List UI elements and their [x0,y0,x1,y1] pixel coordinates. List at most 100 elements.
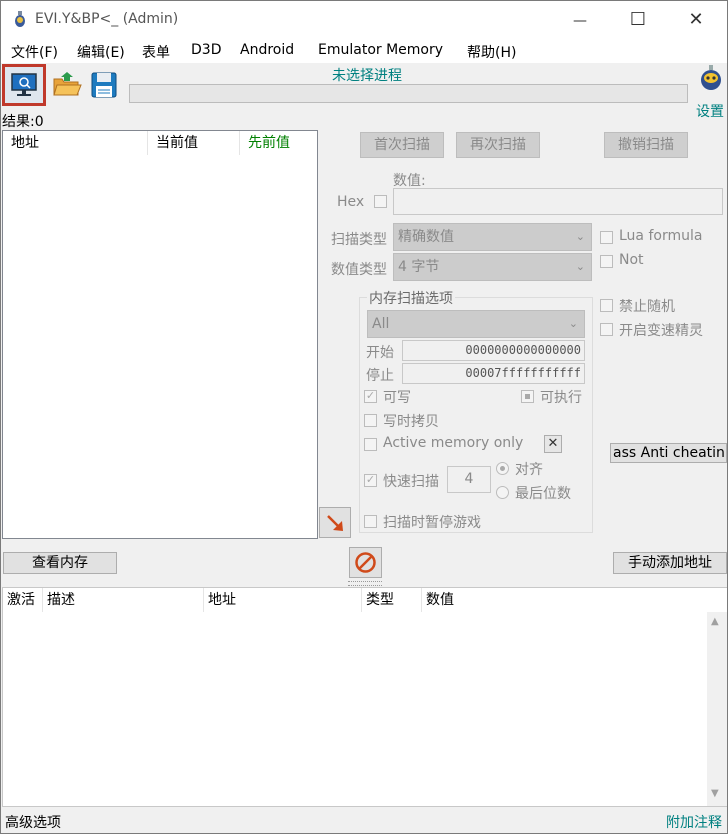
menu-table[interactable]: 表单 [142,42,170,62]
writable-checkbox[interactable]: ✓ [364,390,377,403]
hex-label: Hex [337,194,365,210]
maximize-button[interactable]: ☐ [615,1,661,39]
add-comment-link[interactable]: 附加注释 [666,812,722,832]
vertical-scrollbar[interactable]: ▲ ▼ [707,612,727,806]
executable-label: 可执行 [540,390,582,406]
menu-edit[interactable]: 编辑(E) [77,42,125,62]
stop-address-field[interactable]: 00007fffffffffff [402,363,585,384]
settings-button[interactable]: 设置 [695,65,727,120]
robot-icon [701,65,721,90]
column-previous-value[interactable]: 先前值 [240,131,317,155]
anti-cheat-button[interactable]: ass Anti cheatin [610,443,727,463]
scan-type-select[interactable]: 精确数值 ⌄ [393,223,592,251]
speedhack-checkbox[interactable] [600,323,613,336]
arrow-down-right-icon [327,515,343,531]
process-label: 未选择进程 [332,68,402,84]
splitter-grip[interactable] [348,581,382,586]
menu-d3d[interactable]: D3D [191,42,221,58]
next-scan-button[interactable]: 再次扫描 [456,132,540,158]
menu-android[interactable]: Android [240,42,294,58]
main-window: EVI.Y&BP<_ (Admin) — ☐ ✕ 文件(F) 编辑(E) 表单 … [0,0,728,834]
undo-scan-button[interactable]: 撤销扫描 [604,132,688,158]
value-type-value: 4 字节 [398,259,440,275]
pause-game-label: 扫描时暂停游戏 [383,515,481,531]
save-button[interactable] [88,69,120,101]
column-current-value[interactable]: 当前值 [148,131,240,155]
fast-scan-value: 4 [464,471,474,487]
align-radio[interactable] [496,462,509,475]
found-address-list[interactable]: 地址 当前值 先前值 [2,130,318,539]
lua-formula-checkbox[interactable] [600,231,613,244]
prohibited-icon [355,552,376,573]
value-type-label: 数值类型 [331,262,387,278]
stop-address-value: 00007fffffffffff [465,366,581,380]
not-checkbox[interactable] [600,255,613,268]
copy-on-write-checkbox[interactable] [364,414,377,427]
folder-open-icon [53,72,82,96]
speedhack-label: 开启变速精灵 [619,323,703,339]
start-address-field[interactable]: 0000000000000000 [402,340,585,361]
column-value[interactable]: 数值 [422,588,704,612]
menu-file[interactable]: 文件(F) [11,42,58,62]
lua-formula-label: Lua formula [619,228,703,244]
scan-type-label: 扫描类型 [331,232,387,248]
clear-x-icon[interactable]: ✕ [544,435,562,453]
pause-game-checkbox[interactable] [364,515,377,528]
first-scan-button[interactable]: 首次扫描 [360,132,444,158]
menu-emulator-memory[interactable]: Emulator Memory [318,42,443,58]
disable-random-checkbox[interactable] [600,299,613,312]
maximize-icon: ☐ [629,9,647,30]
title-bar: EVI.Y&BP<_ (Admin) — ☐ ✕ [1,1,727,39]
close-icon: ✕ [688,9,704,30]
column-address[interactable]: 地址 [204,588,362,612]
menu-help[interactable]: 帮助(H) [467,42,516,62]
save-icon [91,72,117,98]
anti-cheat-label: ass Anti cheatin [613,445,725,461]
column-description[interactable]: 描述 [43,588,204,612]
memory-region-select[interactable]: All ⌄ [367,310,585,338]
memory-region-value: All [372,316,390,332]
memory-scan-options-title: 内存扫描选项 [367,288,455,308]
add-address-button[interactable]: 手动添加地址 [613,552,727,574]
cheat-table-list[interactable]: 激活 描述 地址 类型 数值 ▲ ▼ [2,587,727,807]
chevron-down-icon: ⌄ [575,260,585,273]
not-label: Not [619,252,644,268]
app-icon [13,11,27,29]
scroll-down-icon[interactable]: ▼ [711,788,719,799]
view-memory-button[interactable]: 查看内存 [3,552,117,574]
last-digits-radio[interactable] [496,486,509,499]
progress-bar [129,84,688,103]
close-button[interactable]: ✕ [673,1,719,39]
active-memory-checkbox[interactable] [364,438,377,451]
executable-checkbox[interactable] [521,390,534,403]
open-file-button[interactable] [51,69,83,101]
open-process-button[interactable] [2,64,46,106]
settings-label: 设置 [696,104,724,120]
stop-label: 停止 [366,368,394,384]
monitor-icon [11,73,37,96]
start-label: 开始 [366,345,394,361]
menu-bar: 文件(F) 编辑(E) 表单 D3D Android Emulator Memo… [1,39,727,63]
value-input[interactable] [393,188,723,215]
column-address[interactable]: 地址 [3,131,148,155]
last-digits-label: 最后位数 [515,486,571,502]
column-active[interactable]: 激活 [3,588,43,612]
value-type-select[interactable]: 4 字节 ⌄ [393,253,592,281]
minimize-button[interactable]: — [557,1,603,39]
hex-checkbox[interactable] [374,195,387,208]
column-type[interactable]: 类型 [362,588,422,612]
value-label: 数值: [393,173,426,189]
fast-scan-label: 快速扫描 [383,474,439,490]
chevron-down-icon: ⌄ [575,230,585,243]
fast-scan-value-field[interactable]: 4 [447,466,491,493]
fast-scan-checkbox[interactable]: ✓ [364,474,377,487]
advanced-options-link[interactable]: 高级选项 [5,812,61,832]
window-title: EVI.Y&BP<_ (Admin) [35,11,179,27]
stop-button[interactable] [349,547,382,578]
chevron-down-icon: ⌄ [568,317,578,330]
scroll-up-icon[interactable]: ▲ [711,616,719,627]
add-to-list-button[interactable] [319,507,351,538]
minimize-icon: — [573,13,587,29]
copy-on-write-label: 写时拷贝 [383,414,439,430]
scan-type-value: 精确数值 [398,229,454,245]
